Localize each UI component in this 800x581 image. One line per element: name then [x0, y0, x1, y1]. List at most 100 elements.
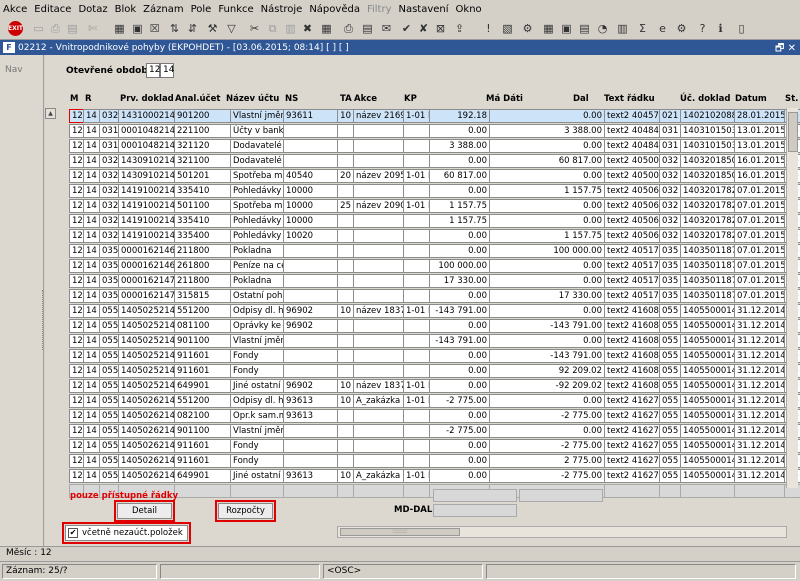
table-cell[interactable]: 032 — [659, 214, 681, 228]
column-header-12[interactable]: Úč. doklad — [680, 94, 730, 104]
column-header-0[interactable]: M — [70, 94, 78, 104]
detail-button[interactable]: Detail — [114, 500, 175, 522]
table-cell[interactable]: Dodavatelé — [230, 139, 284, 153]
table-cell[interactable]: 0.00 — [429, 319, 490, 333]
table-cell[interactable]: 14 — [83, 394, 100, 408]
table-cell[interactable]: 12 — [69, 379, 84, 393]
nav-resize-grip[interactable] — [42, 290, 44, 350]
table-cell[interactable]: Odpisy dl. hmot. — [230, 394, 284, 408]
query-run-icon[interactable]: ▣ — [129, 20, 146, 37]
table-cell[interactable]: 0.00 — [489, 214, 605, 228]
exit-icon[interactable]: EXIT — [8, 21, 23, 36]
table-cell[interactable]: 14 — [83, 274, 100, 288]
sort-asc-icon[interactable]: ⇅ — [166, 20, 183, 37]
table-cell[interactable] — [337, 334, 354, 348]
table-cell[interactable] — [283, 139, 338, 153]
table-cell[interactable] — [283, 244, 338, 258]
column-header-9[interactable]: Má Dáti — [486, 94, 523, 104]
table-cell[interactable] — [337, 289, 354, 303]
table-cell[interactable]: 20 — [337, 169, 354, 183]
calendar-small-icon[interactable]: ▤ — [576, 20, 593, 37]
table-cell[interactable]: 60 817.00 — [489, 154, 605, 168]
nav-label[interactable]: Nav — [5, 65, 23, 75]
table-cell[interactable]: 055 — [99, 454, 119, 468]
table-cell[interactable]: 10020 — [283, 229, 338, 243]
table-cell[interactable]: text2 416277 — [604, 394, 660, 408]
table-cell[interactable] — [353, 424, 404, 438]
table-cell[interactable]: 0.00 — [489, 259, 605, 273]
table-cell[interactable] — [353, 184, 404, 198]
table-cell[interactable]: Peníze na cestě — [230, 259, 284, 273]
table-cell[interactable]: 12 — [69, 199, 84, 213]
table-cell[interactable]: Dodavatelé — [230, 154, 284, 168]
table-cell[interactable]: 055 — [659, 394, 681, 408]
table-cell[interactable] — [403, 274, 430, 288]
table-cell[interactable]: 335410 — [174, 184, 231, 198]
table-cell[interactable]: 0.00 — [429, 469, 490, 483]
table-cell[interactable]: 055 — [99, 364, 119, 378]
table-cell[interactable]: Pohledávky — [230, 184, 284, 198]
table-cell[interactable]: 0.00 — [429, 439, 490, 453]
filter-icon[interactable]: ▽ — [223, 20, 240, 37]
table-cell[interactable]: 12 — [69, 244, 84, 258]
table-cell[interactable]: text2 416082 — [604, 379, 660, 393]
table-cell[interactable]: text2 416082 — [604, 349, 660, 363]
table-cell[interactable]: -92 209.02 — [489, 379, 605, 393]
table-cell[interactable]: 335400 — [174, 229, 231, 243]
table-cell[interactable]: Jiné ostatní výnosy — [230, 469, 284, 483]
table-cell[interactable]: 12 — [69, 424, 84, 438]
table-cell[interactable]: 12 — [69, 169, 84, 183]
table-cell[interactable]: 055 — [99, 439, 119, 453]
table-cell[interactable]: 911601 — [174, 364, 231, 378]
table-cell[interactable]: Oprávky ke stavbám — [230, 319, 284, 333]
table-cell[interactable]: Vlastní jmění — [230, 334, 284, 348]
table-cell[interactable]: 035 — [659, 244, 681, 258]
horizontal-scrollbar[interactable]: ::::::: — [337, 526, 787, 538]
table-cell[interactable]: Odpisy dl. hmot. — [230, 304, 284, 318]
table-cell[interactable]: 14 — [83, 199, 100, 213]
table-cell[interactable] — [403, 364, 430, 378]
hscroll-thumb[interactable]: ::::::: — [340, 528, 460, 536]
table-cell[interactable]: 0.00 — [489, 424, 605, 438]
table-cell[interactable]: 14 — [83, 214, 100, 228]
table-cell[interactable]: 40540 — [283, 169, 338, 183]
table-cell[interactable]: 032 — [99, 229, 119, 243]
column-header-3[interactable]: Anal.účet — [175, 94, 220, 104]
table-cell[interactable]: -2 775.00 — [489, 439, 605, 453]
table-cell[interactable]: 07.01.2015 — [734, 244, 785, 258]
table-cell[interactable]: 14 — [83, 124, 100, 138]
paste-icon[interactable]: ▥ — [282, 20, 299, 37]
table-cell[interactable]: text2 416278 — [604, 454, 660, 468]
table-cell[interactable]: 055 — [659, 454, 681, 468]
table-cell[interactable] — [403, 229, 430, 243]
table-cell[interactable] — [337, 124, 354, 138]
table-cell[interactable] — [353, 454, 404, 468]
table-cell[interactable] — [337, 229, 354, 243]
calendar-icon[interactable]: ▦ — [318, 20, 335, 37]
menu-item-6[interactable]: Funkce — [218, 4, 253, 15]
table-cell[interactable] — [353, 439, 404, 453]
table-cell[interactable]: 211800 — [174, 274, 231, 288]
table-cell[interactable]: 14 — [83, 409, 100, 423]
table-cell[interactable]: text2 404578 — [604, 109, 660, 123]
table-cell[interactable]: 31.12.2014 — [734, 409, 785, 423]
table-cell[interactable]: Spotřeba materiálu — [230, 169, 284, 183]
table-cell[interactable]: 12 — [69, 349, 84, 363]
table-cell[interactable]: 0.00 — [429, 229, 490, 243]
table-cell[interactable]: 1405025214 — [118, 319, 175, 333]
table-cell[interactable] — [283, 154, 338, 168]
table-cell[interactable] — [283, 424, 338, 438]
table-cell[interactable]: 10000 — [283, 184, 338, 198]
table-cell[interactable]: 0.00 — [429, 244, 490, 258]
table-cell[interactable]: 0000162146 — [118, 244, 175, 258]
table-cell[interactable]: 96902 — [283, 379, 338, 393]
table-cell[interactable]: 1-01 H — [403, 304, 430, 318]
table-cell[interactable]: 032 — [659, 169, 681, 183]
table-cell[interactable]: 0.00 — [489, 169, 605, 183]
table-cell[interactable]: 93611 — [283, 109, 338, 123]
table-cell[interactable]: 211800 — [174, 244, 231, 258]
table-cell[interactable] — [283, 289, 338, 303]
tools-icon[interactable]: ⚙ — [519, 20, 536, 37]
table-cell[interactable]: 501201 — [174, 169, 231, 183]
table-cell[interactable]: 31.12.2014 — [734, 379, 785, 393]
